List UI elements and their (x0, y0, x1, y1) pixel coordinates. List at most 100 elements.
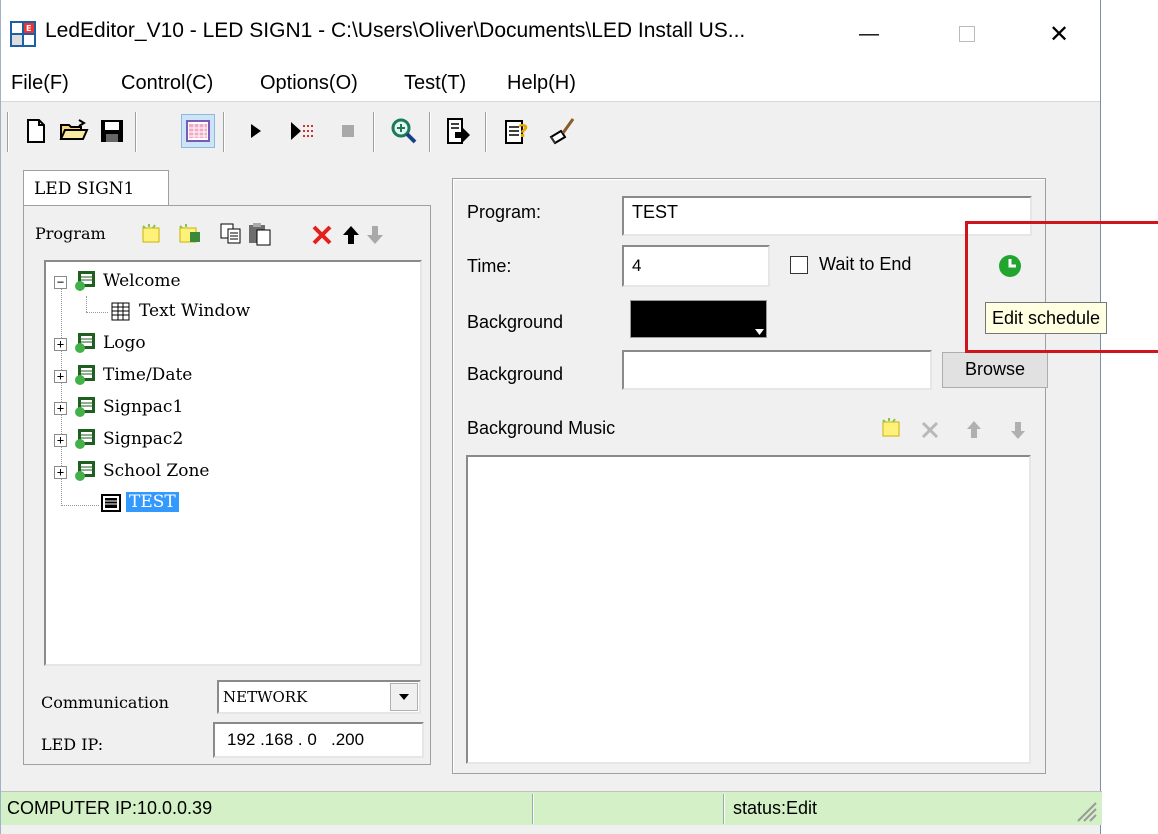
step-play-icon (291, 122, 313, 140)
led-ip-input[interactable]: 192 .168 . 0 .200 (213, 722, 424, 758)
wait-to-end-checkbox[interactable] (790, 256, 808, 274)
tab-led-sign1[interactable]: LED SIGN1 (23, 170, 169, 206)
program-icon (100, 493, 122, 515)
tree-node-test[interactable]: TEST (46, 490, 420, 518)
program-icon (74, 364, 96, 386)
tree-node-label: Time/Date (103, 365, 193, 385)
program-icon (74, 428, 96, 450)
add-window-icon[interactable] (176, 222, 202, 246)
tree-node-welcome[interactable]: − Welcome (46, 268, 420, 296)
program-name-label: Program: (467, 202, 542, 222)
toolbar: ? (1, 102, 1100, 162)
tree-node-signpac2[interactable]: + Signpac2 (46, 426, 420, 454)
tree-node-label: Signpac2 (103, 429, 184, 449)
copy-icon[interactable] (219, 222, 243, 246)
menu-options[interactable]: Options(O) (260, 72, 358, 95)
title-bar[interactable]: E LedEditor_V10 - LED SIGN1 - C:\Users\O… (1, 0, 1100, 66)
music-up-icon[interactable] (965, 419, 983, 441)
maximize-icon (959, 26, 975, 42)
background-music-label: Background Music (467, 418, 616, 438)
move-up-icon[interactable] (341, 224, 361, 246)
tree-node-label: TEST (126, 492, 179, 512)
chevron-down-icon (399, 694, 409, 700)
tree-node-label: Welcome (103, 271, 181, 291)
time-label: Time: (467, 256, 512, 276)
grid-view-button[interactable] (181, 114, 215, 148)
maximize-button[interactable] (947, 14, 987, 54)
menu-test[interactable]: Test(T) (404, 72, 466, 95)
background-image-label: Background (467, 364, 564, 384)
chevron-down-icon (755, 329, 764, 335)
edit-status: status:Edit (733, 798, 818, 818)
collapse-icon[interactable]: − (54, 276, 67, 289)
expand-icon[interactable]: + (54, 466, 67, 479)
status-divider (532, 794, 534, 824)
paste-icon[interactable] (247, 222, 273, 246)
save-icon (101, 120, 123, 142)
menu-file[interactable]: File(F) (11, 72, 69, 95)
tree-node-logo[interactable]: + Logo (46, 330, 420, 358)
delete-icon[interactable] (311, 224, 333, 246)
stop-button[interactable] (331, 114, 365, 148)
background-music-list[interactable] (466, 455, 1031, 764)
move-down-icon[interactable] (365, 224, 385, 246)
expand-icon[interactable]: + (54, 402, 67, 415)
new-file-icon (27, 119, 45, 143)
tree-node-label: School Zone (103, 461, 210, 481)
program-list-label: Program (35, 224, 106, 243)
add-program-icon[interactable] (139, 222, 163, 246)
grid-view-icon (186, 120, 210, 142)
expand-icon[interactable]: + (54, 370, 67, 383)
open-button[interactable] (57, 114, 91, 148)
zoom-button[interactable] (387, 114, 421, 148)
tree-node-school-zone[interactable]: + School Zone (46, 458, 420, 486)
menu-bar: File(F) Control(C) Options(O) Test(T) He… (1, 66, 1100, 102)
background-color-label: Background (467, 312, 564, 332)
program-icon (74, 396, 96, 418)
close-button[interactable]: ✕ (1039, 14, 1079, 54)
help-button[interactable]: ? (501, 114, 535, 148)
tree-node-time-date[interactable]: + Time/Date (46, 362, 420, 390)
minimize-icon: — (859, 22, 879, 45)
open-folder-icon (59, 119, 89, 140)
minimize-button[interactable]: — (849, 14, 889, 54)
play-button[interactable] (239, 114, 273, 148)
brush-icon (549, 118, 575, 145)
time-input[interactable]: 4 (622, 245, 770, 287)
new-button[interactable] (19, 114, 53, 148)
resize-grip-icon[interactable] (1072, 797, 1098, 823)
tree-node-label: Signpac1 (103, 397, 184, 417)
expand-icon[interactable]: + (54, 434, 67, 447)
music-down-icon[interactable] (1009, 419, 1027, 441)
background-image-input[interactable] (622, 350, 932, 390)
brush-button[interactable] (545, 114, 579, 148)
led-ip-label: LED IP: (41, 735, 104, 754)
communication-select[interactable]: NETWORK (217, 680, 421, 714)
tree-node-text-window[interactable]: Text Window (46, 298, 420, 326)
communication-label: Communication (41, 693, 169, 712)
text-window-icon (110, 301, 132, 323)
browse-button[interactable]: Browse (942, 352, 1048, 388)
status-divider (723, 794, 725, 824)
wait-to-end-label: Wait to End (819, 254, 912, 274)
program-icon (74, 460, 96, 482)
computer-ip-status: COMPUTER IP:10.0.0.39 (7, 798, 213, 818)
background-color-picker[interactable] (630, 300, 767, 338)
menu-control[interactable]: Control(C) (121, 72, 213, 95)
step-play-button[interactable] (285, 114, 319, 148)
delete-music-icon[interactable] (920, 420, 940, 440)
add-music-icon[interactable] (879, 416, 903, 440)
export-button[interactable] (441, 114, 475, 148)
program-tree[interactable]: − Welcome Text Window + Logo + Time/Date… (44, 260, 422, 666)
toolbar-grip (7, 112, 9, 152)
expand-icon[interactable]: + (54, 338, 67, 351)
menu-help[interactable]: Help(H) (507, 72, 576, 95)
tree-node-signpac1[interactable]: + Signpac1 (46, 394, 420, 422)
app-icon: E (10, 21, 36, 47)
communication-value: NETWORK (223, 688, 308, 706)
save-button[interactable] (95, 114, 129, 148)
toolbar-separator (223, 112, 225, 152)
tree-node-label: Text Window (139, 301, 251, 321)
dropdown-button[interactable] (390, 683, 418, 711)
edit-schedule-tooltip: Edit schedule (985, 302, 1108, 334)
